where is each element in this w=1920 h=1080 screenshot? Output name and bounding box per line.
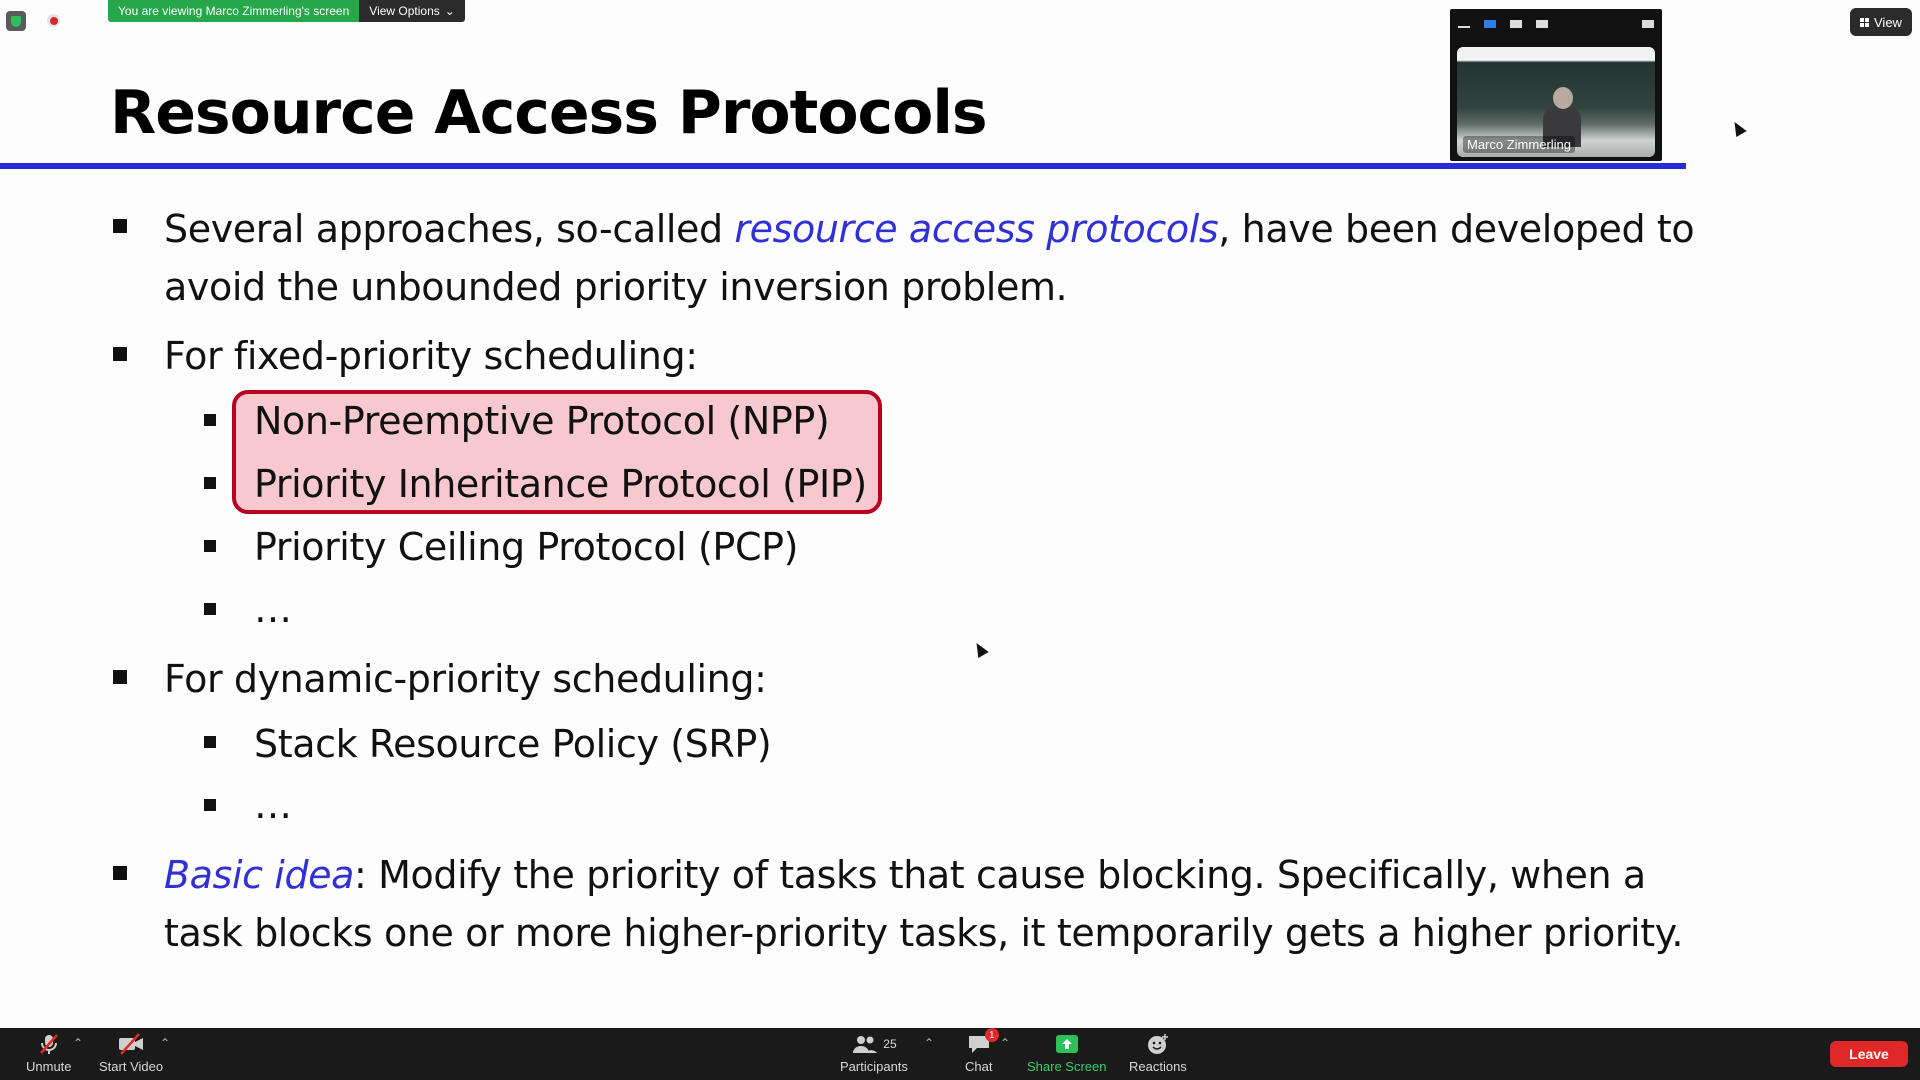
share-screen-button[interactable]: Share Screen xyxy=(1027,1032,1107,1074)
resource-access-protocols-term: resource access protocols xyxy=(734,207,1219,251)
gallery-strip-icon[interactable] xyxy=(1510,20,1522,28)
sub-bullet-marker xyxy=(204,799,216,811)
grid-view-icon xyxy=(1860,17,1869,27)
smiley-icon xyxy=(1145,1032,1171,1056)
mouse-cursor-icon xyxy=(1729,118,1747,138)
participants-label: Participants xyxy=(840,1059,908,1074)
video-off-icon xyxy=(117,1032,145,1056)
chat-options-chevron-icon[interactable]: ⌃ xyxy=(1000,1036,1010,1050)
bullet-4-text-post: : Modify the priority of tasks that caus… xyxy=(354,853,1646,897)
start-video-label: Start Video xyxy=(99,1059,164,1074)
bullet-1-line1: Several approaches, so-called resource a… xyxy=(164,200,1695,258)
unmute-button[interactable]: Unmute xyxy=(26,1032,72,1074)
video-thumbnail-panel[interactable]: Marco Zimmerling xyxy=(1450,9,1662,161)
pop-out-icon[interactable] xyxy=(1642,20,1654,28)
sub-bullet-marker xyxy=(204,477,216,489)
sub-bullet-srp: Stack Resource Policy (SRP) xyxy=(254,722,772,766)
participants-options-chevron-icon[interactable]: ⌃ xyxy=(924,1036,934,1050)
audio-options-chevron-icon[interactable]: ⌃ xyxy=(73,1036,83,1050)
bullet-1-text-post: , have been developed to xyxy=(1218,207,1695,251)
muted-microphone-icon xyxy=(37,1032,61,1056)
start-video-button[interactable]: Start Video xyxy=(99,1032,163,1074)
recording-indicator-icon xyxy=(47,14,60,27)
sub-bullet-marker xyxy=(204,736,216,748)
basic-idea-term: Basic idea xyxy=(164,853,355,897)
bullet-marker xyxy=(113,347,127,361)
share-screen-label: Share Screen xyxy=(1027,1059,1107,1074)
bullet-marker xyxy=(113,866,127,880)
chat-label: Chat xyxy=(965,1059,993,1074)
reactions-button[interactable]: Reactions xyxy=(1129,1032,1187,1074)
minimize-video-icon[interactable] xyxy=(1458,26,1470,28)
bullet-4-line1: Basic idea: Modify the priority of tasks… xyxy=(164,846,1646,904)
unmute-label: Unmute xyxy=(26,1059,72,1074)
bullet-1-line2: avoid the unbounded priority inversion p… xyxy=(164,265,1068,309)
reactions-label: Reactions xyxy=(1129,1059,1187,1074)
view-label: View xyxy=(1874,14,1902,30)
sub-bullet-pcp: Priority Ceiling Protocol (PCP) xyxy=(254,525,799,569)
participants-count: 25 xyxy=(883,1037,897,1051)
grid-layout-icon[interactable] xyxy=(1536,20,1548,28)
security-shield-icon[interactable] xyxy=(6,11,26,31)
share-screen-icon xyxy=(1055,1032,1079,1056)
participants-button[interactable]: 25 Participants xyxy=(840,1032,908,1074)
screen-share-banner: You are viewing Marco Zimmerling's scree… xyxy=(108,0,465,22)
title-underline xyxy=(0,163,1686,169)
sub-bullet-marker xyxy=(204,414,216,426)
speaker-view-icon[interactable] xyxy=(1484,20,1496,28)
participants-icon xyxy=(853,1036,878,1053)
meeting-toolbar: Unmute ⌃ Start Video ⌃ 25 Participants ⌃… xyxy=(0,1028,1920,1080)
sub-bullet-marker xyxy=(204,540,216,552)
leave-button[interactable]: Leave xyxy=(1830,1041,1908,1067)
chevron-down-icon: ⌄ xyxy=(444,4,455,18)
participant-name-label: Marco Zimmerling xyxy=(1463,136,1576,153)
bullet-marker xyxy=(113,670,127,684)
sub-bullet-pip: Priority Inheritance Protocol (PIP) xyxy=(254,462,867,506)
sub-bullet-npp: Non-Preemptive Protocol (NPP) xyxy=(254,399,830,443)
bullet-3-text: For dynamic-priority scheduling: xyxy=(164,657,767,701)
view-options-button[interactable]: View Options ⌄ xyxy=(359,0,465,22)
chat-button[interactable]: 1 Chat xyxy=(965,1028,999,1074)
view-button[interactable]: View xyxy=(1850,8,1912,36)
bullet-1-text-pre: Several approaches, so-called xyxy=(164,207,735,251)
slide-title: Resource Access Protocols xyxy=(110,78,988,148)
chat-unread-badge: 1 xyxy=(984,1028,999,1042)
video-options-chevron-icon[interactable]: ⌃ xyxy=(160,1036,170,1050)
sub-bullet-ellipsis: … xyxy=(254,587,292,631)
sub-bullet-ellipsis: … xyxy=(254,783,292,827)
mouse-cursor-icon xyxy=(971,639,989,659)
bullet-marker xyxy=(113,219,127,233)
chat-icon: 1 xyxy=(967,1028,999,1056)
bullet-2-text: For fixed-priority scheduling: xyxy=(164,334,698,378)
sub-bullet-marker xyxy=(204,603,216,615)
viewing-screen-label: You are viewing Marco Zimmerling's scree… xyxy=(108,0,360,22)
view-options-label: View Options xyxy=(369,4,440,18)
participant-video: Marco Zimmerling xyxy=(1457,47,1655,157)
bullet-4-line2: task blocks one or more higher-priority … xyxy=(164,911,1684,955)
